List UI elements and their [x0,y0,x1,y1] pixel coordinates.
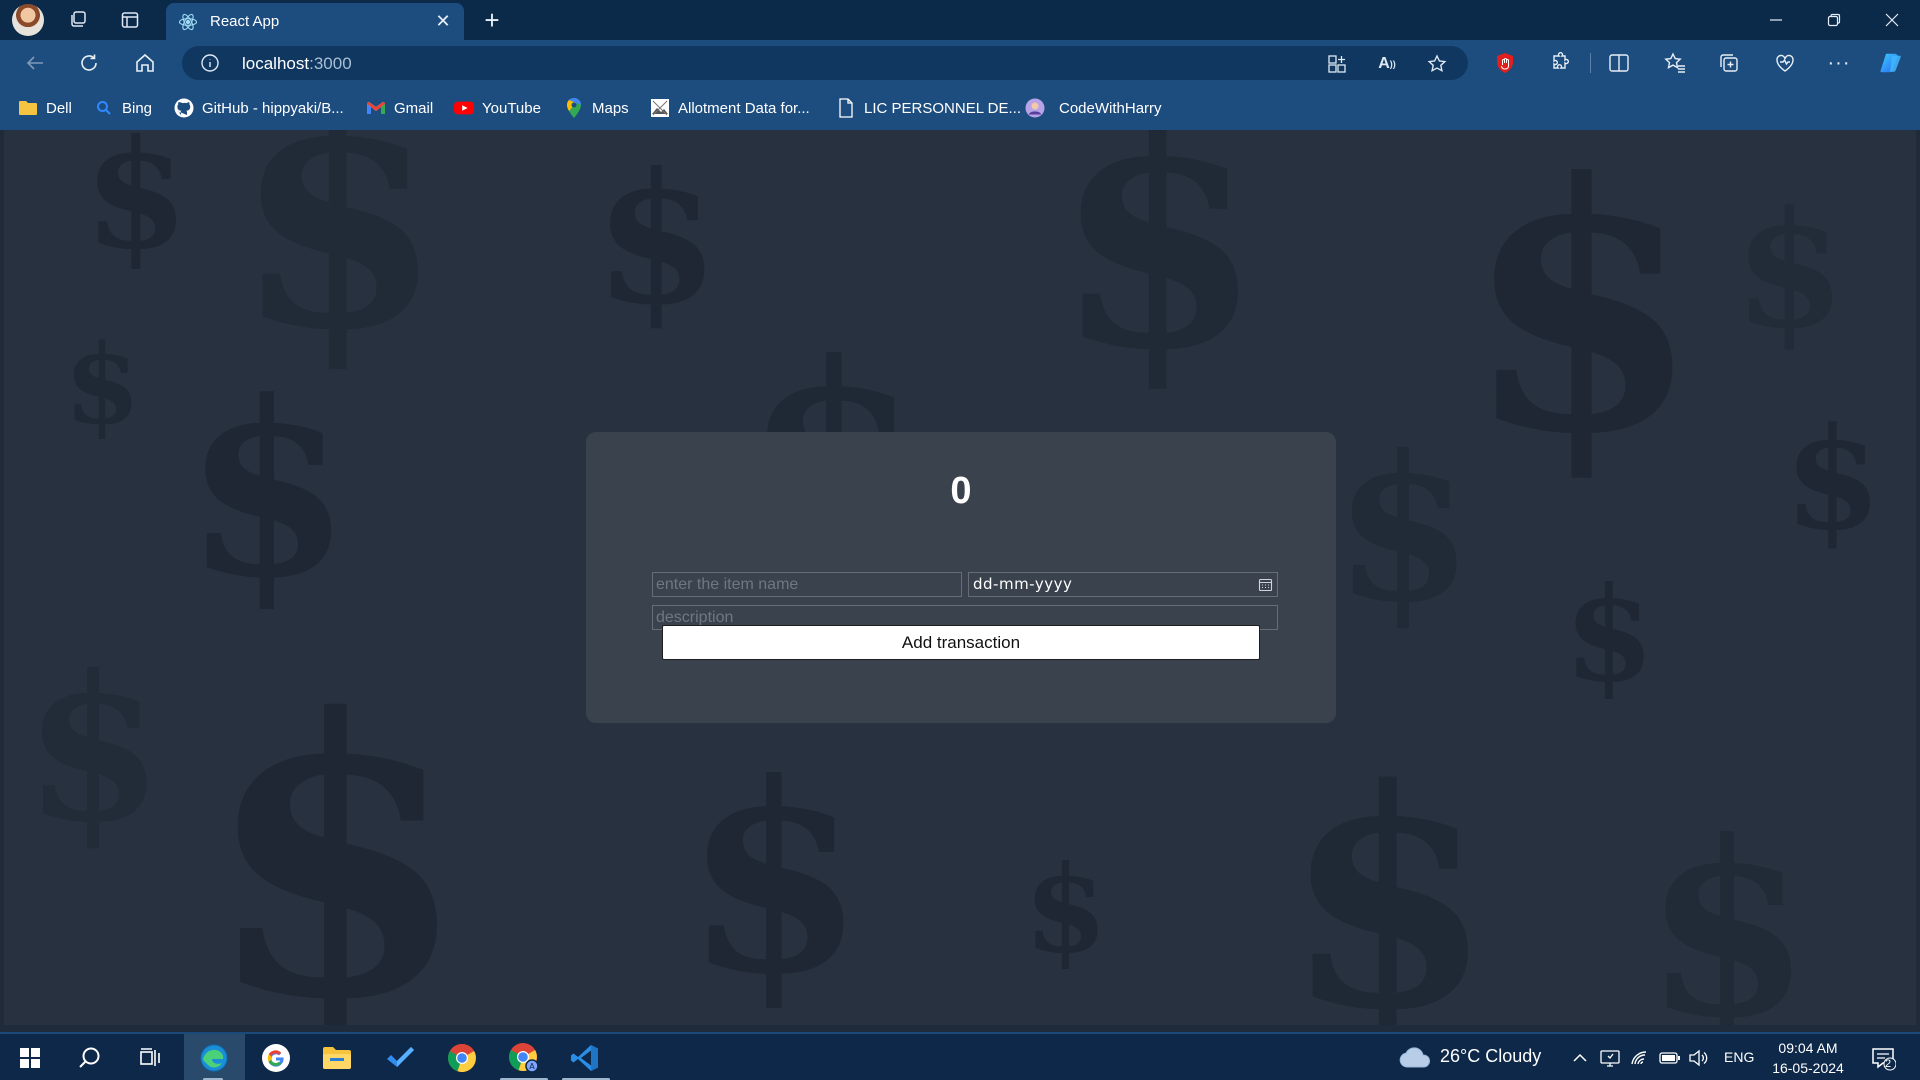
bookmark-label: Gmail [394,99,434,117]
bookmark-allotment-data[interactable]: Allotment Data for... [650,96,810,120]
bookmark-codewithharry[interactable]: CodeWithHarry [1025,96,1162,120]
app-available-icon[interactable] [1326,53,1348,75]
browser-essentials-icon[interactable] [1772,50,1798,76]
show-hidden-icons-chevron-icon[interactable] [1566,1042,1594,1074]
vscode-icon[interactable] [568,1042,602,1074]
bookmark-gmail[interactable]: Gmail [366,96,433,120]
bookmark-github[interactable]: GitHub - hippyaki/B... [174,96,344,120]
security-tray-icon[interactable] [1596,1042,1624,1074]
task-view-icon[interactable] [133,1042,167,1074]
copilot-icon[interactable] [1878,50,1904,76]
bing-search-icon [94,98,114,118]
balance-display: 0 [950,470,972,512]
extensions-icon[interactable] [1546,50,1572,76]
bookmark-maps[interactable]: Maps [564,96,629,120]
address-bar[interactable]: localhost:3000 A)) [182,46,1468,80]
chrome-icon[interactable] [445,1042,479,1074]
edge-browser-icon[interactable] [197,1042,231,1074]
wifi-icon[interactable] [1626,1042,1654,1074]
search-icon[interactable] [73,1042,107,1074]
favorites-icon[interactable] [1662,50,1688,76]
tab-actions-icon[interactable] [118,8,142,32]
profile-avatar[interactable] [12,4,44,36]
favorites-bar: Dell Bing GitHub - hippyaki/B... Gmail Y… [0,86,1920,130]
new-tab-button[interactable]: + [478,5,506,35]
close-window-button[interactable] [1864,0,1920,40]
github-icon [174,98,194,118]
browser-title-bar: React App ✕ + [0,0,1920,40]
collections-icon[interactable] [1716,50,1742,76]
minimize-button[interactable] [1748,0,1804,40]
refresh-button[interactable] [72,48,106,78]
language-indicator[interactable]: ENG [1724,1049,1754,1065]
svg-text:A: A [529,1062,535,1071]
item-name-input[interactable] [652,572,962,597]
more-options-icon[interactable]: ··· [1826,50,1852,76]
file-explorer-icon[interactable] [320,1042,354,1074]
bookmark-label: Bing [122,99,153,117]
battery-icon[interactable] [1656,1042,1684,1074]
add-transaction-button[interactable]: Add transaction [662,625,1260,660]
browser-toolbar: localhost:3000 A)) ··· [0,40,1920,86]
start-windows-icon[interactable] [13,1042,47,1074]
codewithharry-icon [1025,98,1045,118]
clock-time: 09:04 AM [1778,1040,1838,1056]
bookmark-bing[interactable]: Bing [94,96,152,120]
weather-text[interactable]: 26°C Cloudy [1440,1046,1541,1067]
bookmark-dell[interactable]: Dell [18,96,72,120]
browser-tab-active[interactable]: React App ✕ [166,3,464,40]
read-aloud-icon[interactable]: A)) [1376,53,1398,75]
chrome-profile-icon[interactable]: A [507,1042,541,1074]
gmail-icon [366,98,386,118]
transaction-form-card: 0 dd-mm-yyyy Add transaction [586,432,1336,723]
image-icon [650,98,670,118]
bookmark-lic-personnel[interactable]: LIC PERSONNEL DE... [836,96,1021,120]
clock-date: 16-05-2024 [1772,1060,1844,1076]
favorite-star-icon[interactable] [1426,53,1448,75]
maps-pin-icon [564,98,584,118]
adblock-extension-icon[interactable] [1492,50,1518,76]
bookmark-label: Maps [592,99,629,117]
home-button[interactable] [128,48,162,78]
youtube-icon [454,98,474,118]
split-screen-icon[interactable] [1606,50,1632,76]
bookmark-label: Dell [46,99,72,117]
notification-count: 2 [1885,1058,1892,1070]
bookmark-label: LIC PERSONNEL DE... [864,99,1021,117]
tab-close-icon[interactable]: ✕ [432,10,454,32]
todo-app-icon[interactable] [383,1042,417,1074]
site-info-icon[interactable] [200,53,220,73]
url-text[interactable]: localhost:3000 [242,54,352,74]
toolbar-divider [1590,53,1591,73]
google-app-icon[interactable] [259,1042,293,1074]
workspaces-icon[interactable] [66,8,90,32]
bookmark-label: GitHub - hippyaki/B... [202,99,344,117]
bookmark-label: YouTube [482,99,541,117]
bookmark-youtube[interactable]: YouTube [454,96,541,120]
react-icon [178,13,198,31]
web-page-viewport: $ $ $ $ $ $ $ $ $ $ $ $ $ $ $ $ $ $ 0 dd… [4,130,1916,1025]
folder-icon [18,98,38,118]
cloudy-weather-icon[interactable] [1396,1042,1434,1074]
bookmark-label: CodeWithHarry [1059,99,1162,117]
back-button[interactable] [18,48,52,78]
calendar-icon[interactable] [1258,577,1273,592]
volume-icon[interactable] [1684,1042,1712,1074]
document-icon [836,98,856,118]
tab-title: React App [210,13,280,30]
restore-button[interactable] [1806,0,1862,40]
date-placeholder: dd-mm-yyyy [973,575,1073,593]
bookmark-label: Allotment Data for... [678,99,810,117]
windows-taskbar: A 26°C Cloudy ENG 09:04 AM 16-05-2024 2 [0,1032,1920,1080]
notification-center-icon[interactable]: 2 [1866,1042,1900,1074]
system-clock[interactable]: 09:04 AM 16-05-2024 [1768,1038,1848,1078]
date-input[interactable]: dd-mm-yyyy [968,572,1278,597]
